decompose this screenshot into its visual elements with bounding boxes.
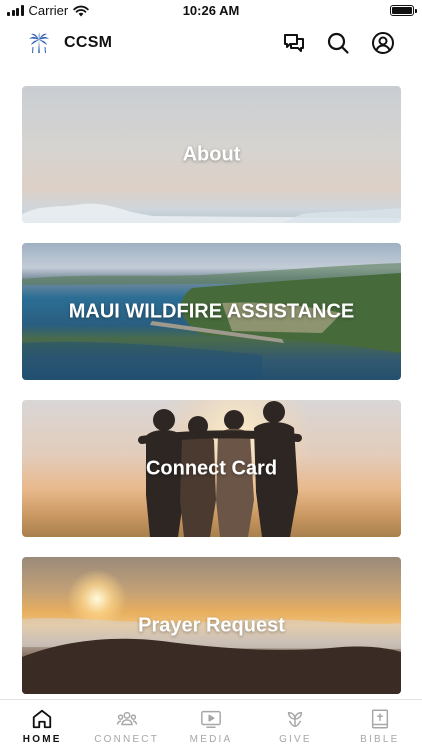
- connect-card[interactable]: Connect Card: [22, 400, 401, 537]
- app-title: CCSM: [64, 34, 113, 51]
- home-icon: [33, 709, 52, 729]
- status-bar: Carrier 10:26 AM: [0, 0, 422, 22]
- play-icon: [201, 710, 221, 728]
- prayer-request-card[interactable]: Prayer Request: [22, 557, 401, 694]
- people-icon: [116, 711, 137, 726]
- battery-icon: [390, 5, 417, 16]
- palm-tree-logo: [29, 32, 49, 54]
- tab-bar: HOME CONNECT MEDIA GIVE BIBLE: [0, 699, 422, 750]
- tab-media[interactable]: MEDIA: [169, 700, 253, 750]
- prayer-card-label: Prayer Request: [138, 614, 285, 636]
- plant-icon: [288, 711, 303, 728]
- maui-card-label: MAUI WILDFIRE ASSISTANCE: [68, 300, 355, 322]
- tab-connect-label: CONNECT: [94, 734, 160, 745]
- tab-home[interactable]: HOME: [0, 700, 84, 750]
- profile-icon[interactable]: [371, 31, 395, 55]
- chat-icon[interactable]: [282, 31, 306, 55]
- card-list: About MAUI WILDFIRE ASSISTANCE Connect C…: [22, 86, 401, 714]
- tab-media-label: MEDIA: [189, 734, 233, 745]
- tab-give-label: GIVE: [279, 734, 312, 745]
- tab-home-label: HOME: [22, 734, 62, 745]
- search-icon[interactable]: [326, 31, 350, 55]
- status-time: 10:26 AM: [182, 3, 240, 18]
- tab-connect[interactable]: CONNECT: [84, 700, 168, 750]
- tab-bible[interactable]: BIBLE: [338, 700, 422, 750]
- tab-bible-label: BIBLE: [360, 734, 400, 745]
- about-card[interactable]: About: [22, 86, 401, 223]
- connect-card-label: Connect Card: [145, 457, 278, 479]
- bible-icon: [371, 709, 388, 729]
- about-card-label: About: [182, 143, 241, 165]
- tab-give[interactable]: GIVE: [253, 700, 337, 750]
- app-header: CCSM: [0, 22, 422, 66]
- maui-wildfire-card[interactable]: MAUI WILDFIRE ASSISTANCE: [22, 243, 401, 380]
